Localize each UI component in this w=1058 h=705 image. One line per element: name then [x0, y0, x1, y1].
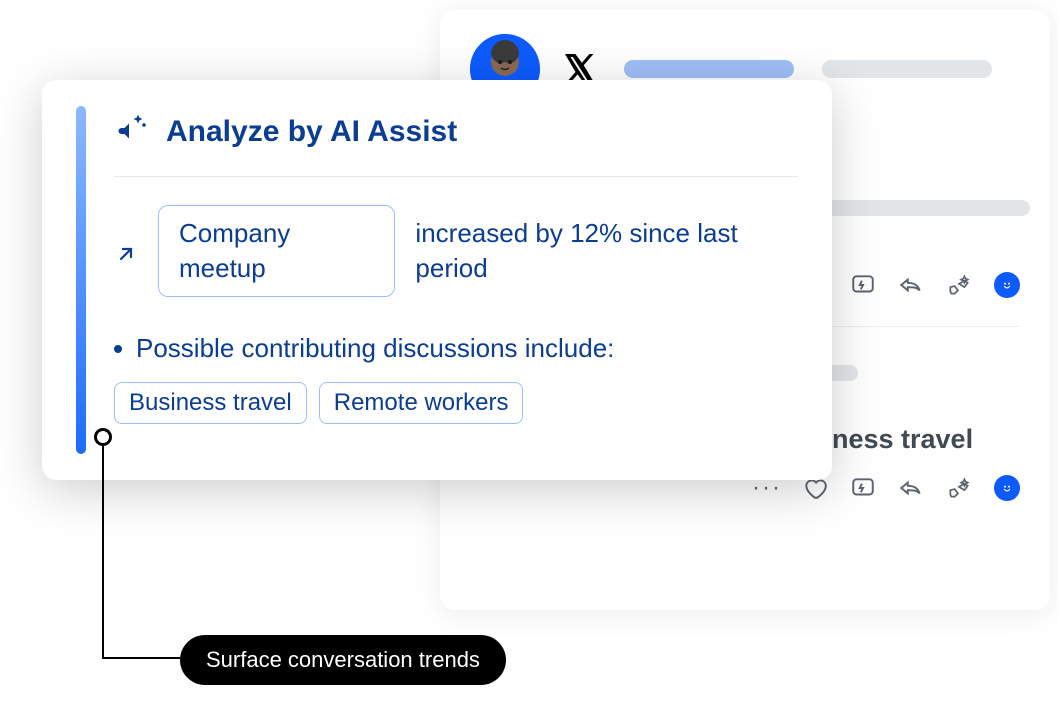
ai-sparkle-hand-icon[interactable] [946, 475, 972, 501]
accent-bar [76, 106, 86, 454]
trend-up-icon [114, 240, 138, 264]
insight-text: increased by 12% since last period [415, 216, 798, 286]
contributing-text: Possible contributing discussions includ… [136, 333, 614, 364]
reaction-smiley-icon[interactable] [994, 475, 1020, 501]
quick-reply-icon[interactable] [850, 272, 876, 298]
ai-assist-icon [114, 110, 150, 154]
reaction-smiley-icon[interactable] [994, 272, 1020, 298]
contributing-label: Possible contributing discussions includ… [114, 333, 798, 364]
reply-icon[interactable] [898, 475, 924, 501]
reply-icon[interactable] [898, 272, 924, 298]
annotation-line [102, 657, 180, 659]
ai-assist-card: Analyze by AI Assist Company meetup incr… [42, 80, 832, 480]
contributing-chips: Business travel Remote workers [114, 382, 798, 424]
ai-insight-row: Company meetup increased by 12% since la… [114, 205, 798, 297]
ai-sparkle-hand-icon[interactable] [946, 272, 972, 298]
topic-chip[interactable]: Company meetup [158, 205, 395, 297]
annotation-label: Surface conversation trends [180, 635, 506, 685]
ai-card-divider [114, 176, 798, 177]
annotation-line [102, 446, 104, 658]
chip-business-travel[interactable]: Business travel [114, 382, 307, 424]
header-placeholder-lines [624, 60, 1020, 78]
ai-card-title-text: Analyze by AI Assist [166, 115, 457, 149]
chip-remote-workers[interactable]: Remote workers [319, 382, 524, 424]
annotation-dot [94, 428, 112, 446]
bullet-icon [114, 345, 122, 353]
quick-reply-icon[interactable] [850, 475, 876, 501]
ai-card-title: Analyze by AI Assist [114, 110, 798, 154]
